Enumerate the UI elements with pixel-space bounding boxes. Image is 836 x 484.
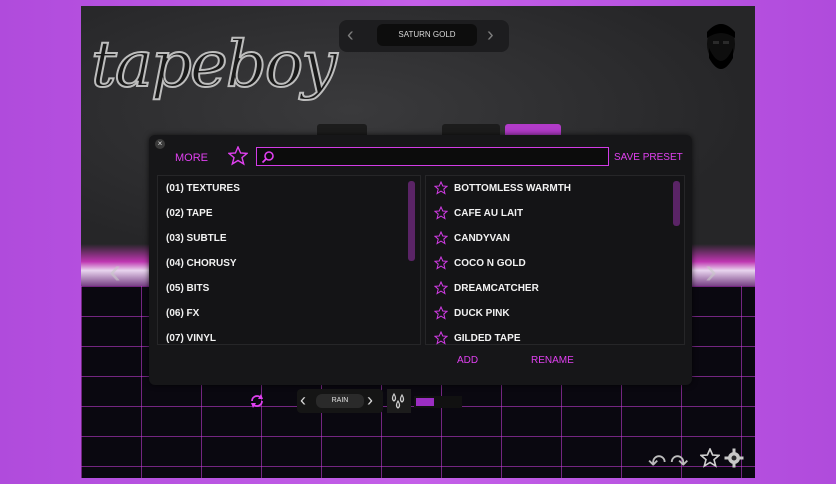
gear-icon[interactable] [724,448,744,468]
preset-name: CANDYVAN [454,232,510,244]
right-arrow-icon[interactable]: › [705,250,717,292]
next-preset-icon[interactable]: › [487,24,494,47]
preset-name: DREAMCATCHER [454,282,539,294]
star-outline-icon[interactable] [434,206,448,220]
preset-item[interactable]: DUCK PINK [434,305,510,321]
category-list: (01) TEXTURES (02) TAPE (03) SUBTLE (04)… [157,175,421,345]
category-item[interactable]: (06) FX [166,308,199,319]
preset-item[interactable]: COCO N GOLD [434,255,526,271]
app-logo: tapeboy [90,27,338,103]
category-item[interactable]: (03) SUBTLE [166,233,227,244]
favorite-star-icon[interactable] [700,448,720,468]
preset-name: COCO N GOLD [454,257,526,269]
add-button[interactable]: ADD [457,355,478,366]
star-outline-icon[interactable] [434,281,448,295]
star-outline-icon[interactable] [434,256,448,270]
rename-button[interactable]: RENAME [531,355,574,366]
category-scrollbar[interactable] [408,181,415,261]
preset-item[interactable]: DREAMCATCHER [434,280,539,296]
prev-noise-icon[interactable]: ‹ [300,390,306,411]
preset-name: GILDED TAPE [454,332,521,344]
preset-selector[interactable]: ‹ SATURN GOLD › [339,20,509,52]
category-item[interactable]: (04) CHORUSY [166,258,237,269]
category-item[interactable]: (07) VINYL [166,333,216,343]
star-outline-icon[interactable] [434,181,448,195]
preset-name: BOTTOMLESS WARMTH [454,182,572,194]
avatar [707,24,735,69]
cycle-icon[interactable] [248,392,266,410]
preset-name: DUCK PINK [454,307,510,319]
preset-browser-modal: × MORE SAVE PRESET (01) TEXTURES (02) TA… [149,135,692,385]
star-outline-icon[interactable] [434,331,448,345]
current-preset-name: SATURN GOLD [377,24,477,46]
star-outline-icon[interactable] [434,306,448,320]
undo-icon[interactable]: ↶ [648,450,666,476]
preset-list: BOTTOMLESS WARMTH CAFE AU LAIT CANDYVAN … [425,175,685,345]
prev-preset-icon[interactable]: ‹ [347,24,354,47]
star-outline-icon[interactable] [434,231,448,245]
rain-drops-icon[interactable] [387,389,411,413]
category-item[interactable]: (05) BITS [166,283,209,294]
redo-icon[interactable]: ↷ [670,450,688,476]
favorite-filter-star-icon[interactable] [228,146,248,166]
more-button[interactable]: MORE [175,152,208,164]
left-arrow-icon[interactable]: ‹ [109,250,121,292]
search-icon [261,151,274,164]
next-noise-icon[interactable]: › [367,390,373,411]
level-fill [416,398,434,406]
noise-name: RAIN [316,394,364,408]
preset-item[interactable]: CAFE AU LAIT [434,205,523,221]
preset-item[interactable]: GILDED TAPE [434,330,520,346]
noise-level-slider[interactable] [414,396,462,408]
preset-item[interactable]: BOTTOMLESS WARMTH [434,180,571,196]
save-preset-button[interactable]: SAVE PRESET [614,152,683,163]
search-input[interactable] [256,147,609,166]
close-button[interactable]: × [155,139,165,149]
noise-selector[interactable]: ‹ RAIN › [297,389,383,413]
category-item[interactable]: (01) TEXTURES [166,183,240,194]
preset-scrollbar[interactable] [673,181,680,226]
preset-item[interactable]: CANDYVAN [434,230,510,246]
category-item[interactable]: (02) TAPE [166,208,213,219]
preset-name: CAFE AU LAIT [454,207,524,219]
